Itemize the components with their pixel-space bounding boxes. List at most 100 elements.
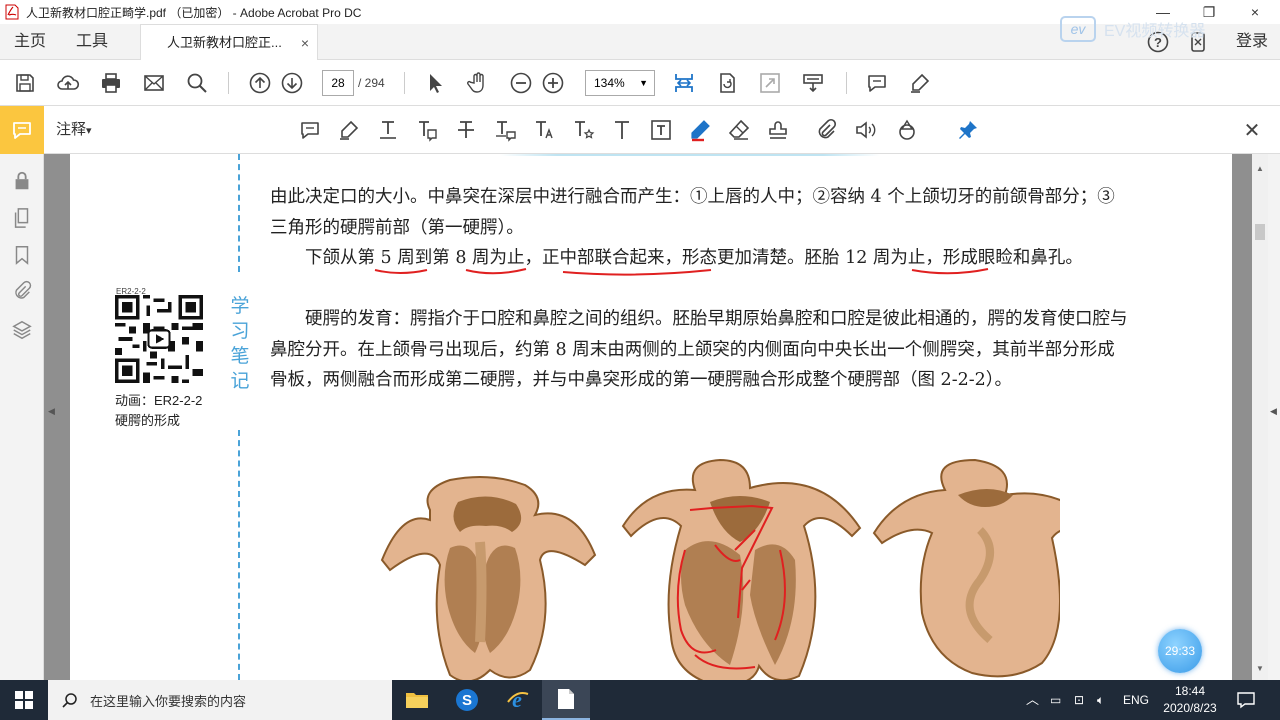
vertical-scrollbar[interactable]: ▲ ▼ [1252,154,1268,680]
underline-tool[interactable] [376,118,400,142]
document-viewport[interactable]: ◀ 学 习 笔 记 ER2-2-2 动画：ER2-2-2 硬腭的形成 由此决定口… [44,154,1252,680]
login-link[interactable]: 登录 [1236,24,1268,60]
fit-page-button[interactable] [671,70,697,96]
zoom-out-button[interactable] [508,70,534,96]
text-strike-icon [458,121,474,138]
scroll-down-arrow-icon[interactable]: ▼ [1252,664,1268,673]
scroll-up-arrow-icon[interactable]: ▲ [1252,164,1268,173]
comment-dropdown[interactable]: 注释▾ [56,106,92,155]
arrow-up-circle-icon [249,72,271,94]
layers-icon[interactable] [11,319,33,341]
recording-timer[interactable]: 29:33 [1158,629,1202,673]
bookmark-icon[interactable] [11,244,33,266]
text-box-tool[interactable] [649,118,673,142]
palate-stage-1 [380,476,597,680]
highlighter-icon [340,120,359,140]
add-text-tool[interactable] [610,118,634,142]
battery-icon[interactable]: ▭ [1050,680,1061,720]
strike-text-tool[interactable] [454,118,478,142]
study-notes-char: 习 [230,321,250,342]
highlight-tool[interactable] [337,118,361,142]
clock-date: 2020/8/23 [1163,701,1217,715]
notification-button[interactable] [1236,690,1256,710]
email-button[interactable] [141,70,167,96]
select-tool-button[interactable] [422,70,448,96]
pencil-tool[interactable] [688,118,712,142]
text-underline-icon [380,121,396,139]
document-tab-label: 人卫新教材口腔正... [167,35,282,50]
scroll-mode-button[interactable] [800,70,826,96]
pages-thumbnail-icon[interactable] [11,207,33,229]
home-tab[interactable]: 主页 [14,24,46,60]
speech-bubble-icon [868,75,886,92]
previous-page-button[interactable] [247,70,273,96]
clock-time: 18:44 [1174,684,1206,698]
envelope-icon [144,75,164,91]
scrollbar-thumb[interactable] [1255,224,1265,240]
highlight-button[interactable] [907,70,933,96]
next-page-button[interactable] [279,70,305,96]
document-tab[interactable]: 人卫新教材口腔正... × [140,24,318,61]
taskbar-search-box[interactable]: 在这里输入你要搜索的内容 [48,680,392,720]
insert-text-tool[interactable] [493,118,517,142]
comment-toolbar: 注释▾ ✕ [0,106,1280,154]
qr-code[interactable] [115,295,203,383]
collapse-left-arrow-icon[interactable]: ◀ [48,406,55,417]
note-bubble-icon [301,122,319,139]
pencil-icon [691,120,710,142]
print-button[interactable] [98,70,124,96]
internet-explorer-button[interactable]: e [493,680,541,720]
margin-divider [238,430,240,680]
sticky-note-tool[interactable] [298,118,322,142]
study-notes-char: 笔 [230,346,250,367]
zoom-in-button[interactable] [540,70,566,96]
network-icon[interactable]: ⊡ [1074,680,1084,720]
lock-icon[interactable] [11,170,33,192]
hand-tool-button[interactable] [465,70,491,96]
volume-icon[interactable]: 🔈︎ [1097,680,1104,720]
text-box-style-tool[interactable] [532,118,556,142]
document-tab-close-icon[interactable]: × [301,25,309,61]
paragraph: 硬腭的发育：腭指介于口腔和鼻腔之间的组织。胚胎早期原始鼻腔和口腔是彼此相通的，腭… [270,309,1128,390]
rotate-page-button[interactable] [714,70,740,96]
pin-toolbar-button[interactable] [956,118,980,142]
app-s-button[interactable]: S [443,680,491,720]
zoom-select[interactable]: 134% ▼ [585,70,655,96]
shapes-tool[interactable] [895,118,919,142]
save-button[interactable] [12,70,38,96]
full-screen-button[interactable] [757,70,783,96]
tray-expand-icon[interactable]: ︿ [1026,680,1039,720]
windows-logo-icon [15,691,33,709]
tools-tab[interactable]: 工具 [76,24,108,60]
close-comment-toolbar-button[interactable]: ✕ [1240,118,1264,142]
comment-button[interactable] [864,70,890,96]
comment-mode-badge[interactable] [0,106,44,154]
attach-file-tool[interactable] [814,118,838,142]
acrobat-pdf-icon [5,4,19,20]
input-language[interactable]: ENG [1123,680,1149,720]
eraser-tool[interactable] [727,118,751,142]
study-notes-char: 记 [230,371,250,392]
stamp-tool[interactable] [766,118,790,142]
acrobat-taskbar-button[interactable] [542,680,590,720]
file-explorer-button[interactable] [393,680,441,720]
system-clock[interactable]: 18:44 2020/8/23 [1150,683,1230,717]
start-button[interactable] [0,680,48,720]
speaker-icon [856,121,876,139]
paperclip-icon[interactable] [11,280,33,302]
folder-icon [406,693,428,708]
highlighter-icon [911,73,930,93]
expand-right-arrow-icon[interactable]: ◀ [1270,406,1277,417]
upload-cloud-button[interactable] [55,70,81,96]
page-number-input[interactable]: 28 [322,70,354,96]
text-star-icon [575,121,595,139]
ev-watermark-text: EV视频转换器 [1104,23,1206,40]
stamp-text-tool[interactable] [571,118,595,142]
record-audio-tool[interactable] [853,118,877,142]
printer-icon [102,73,120,93]
strikethrough-tool[interactable] [415,118,439,142]
text-insert-icon [496,121,516,142]
minus-circle-icon [510,72,532,94]
find-button[interactable] [184,70,210,96]
close-window-button[interactable]: × [1232,0,1278,24]
